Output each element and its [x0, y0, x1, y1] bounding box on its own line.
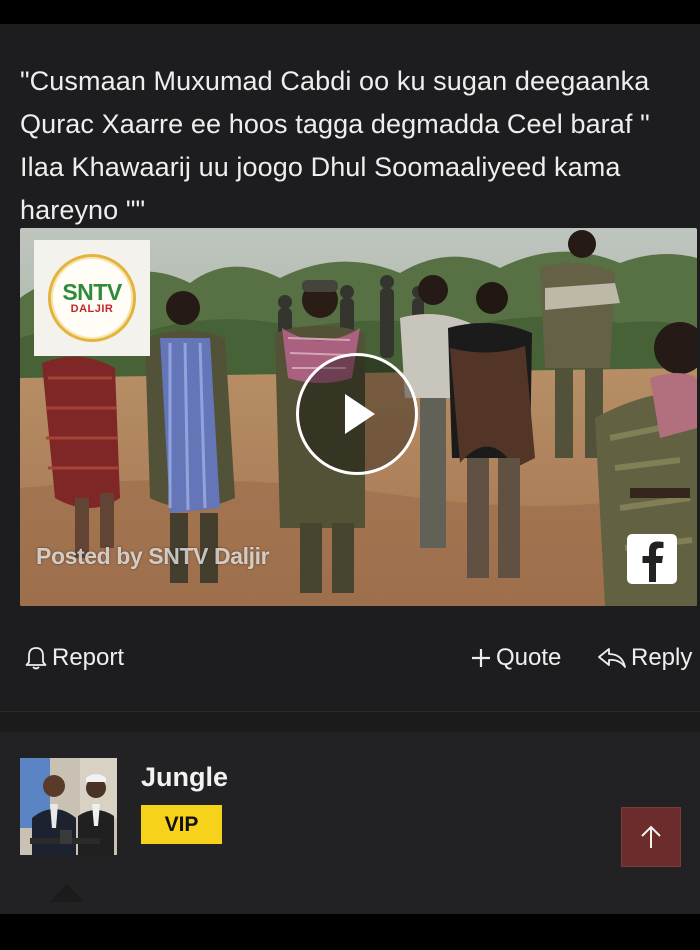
scroll-to-top-button[interactable]	[621, 807, 681, 867]
channel-logo-main: SNTV	[62, 279, 122, 305]
play-button[interactable]	[296, 353, 418, 475]
quote-label: Quote	[496, 644, 562, 671]
reply-label: Reply	[631, 644, 693, 671]
avatar[interactable]	[20, 758, 117, 855]
reply-icon	[598, 648, 626, 668]
report-label: Report	[52, 644, 125, 671]
navigation-bar	[0, 914, 700, 950]
report-button[interactable]: Report	[24, 636, 124, 680]
facebook-icon[interactable]	[627, 534, 677, 584]
post: "Cusmaan Muxumad Cabdi oo ku sugan deega…	[0, 24, 700, 712]
reply-button[interactable]: Reply	[597, 636, 692, 680]
post-actions: Report Quote Reply	[0, 636, 700, 680]
arrow-up-icon	[641, 825, 661, 848]
bell-icon	[25, 647, 47, 670]
posted-by-caption: Posted by SNTV Daljir	[36, 543, 270, 569]
plus-icon	[472, 649, 490, 667]
channel-logo: SNTV DALJIR	[34, 240, 150, 356]
next-post-author: Jungle VIP	[0, 732, 700, 914]
vip-badge: VIP	[141, 805, 222, 844]
avatar-pointer	[50, 884, 84, 902]
post-body-text: "Cusmaan Muxumad Cabdi oo ku sugan deega…	[20, 66, 650, 225]
channel-logo-badge: SNTV DALJIR	[48, 254, 136, 342]
embedded-video[interactable]: SNTV DALJIR Posted by SNTV Daljir	[20, 228, 697, 606]
quote-button[interactable]: Quote	[470, 636, 561, 680]
status-bar	[0, 0, 700, 24]
channel-logo-sub: DALJIR	[70, 303, 114, 315]
username[interactable]: Jungle	[141, 762, 228, 793]
post-separator	[0, 712, 700, 732]
play-icon	[345, 394, 375, 434]
